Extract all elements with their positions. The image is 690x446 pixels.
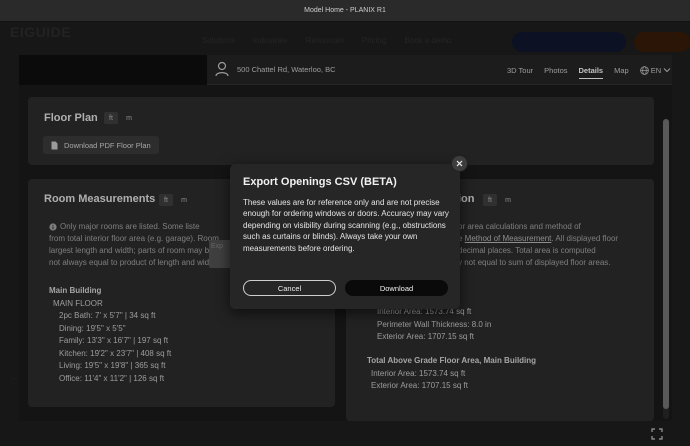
modal-close-button[interactable] [451, 155, 468, 172]
close-icon [456, 160, 463, 167]
cancel-button[interactable]: Cancel [243, 280, 336, 296]
window-title: Model Home - PLANIX R1 [304, 7, 386, 14]
modal-body: These values are for reference only and … [243, 198, 449, 253]
download-button[interactable]: Download [345, 280, 448, 296]
window-titlebar: Model Home - PLANIX R1 [0, 0, 690, 22]
modal-title: Export Openings CSV (BETA) [243, 176, 397, 188]
export-csv-modal: Export Openings CSV (BETA) These values … [230, 164, 460, 309]
